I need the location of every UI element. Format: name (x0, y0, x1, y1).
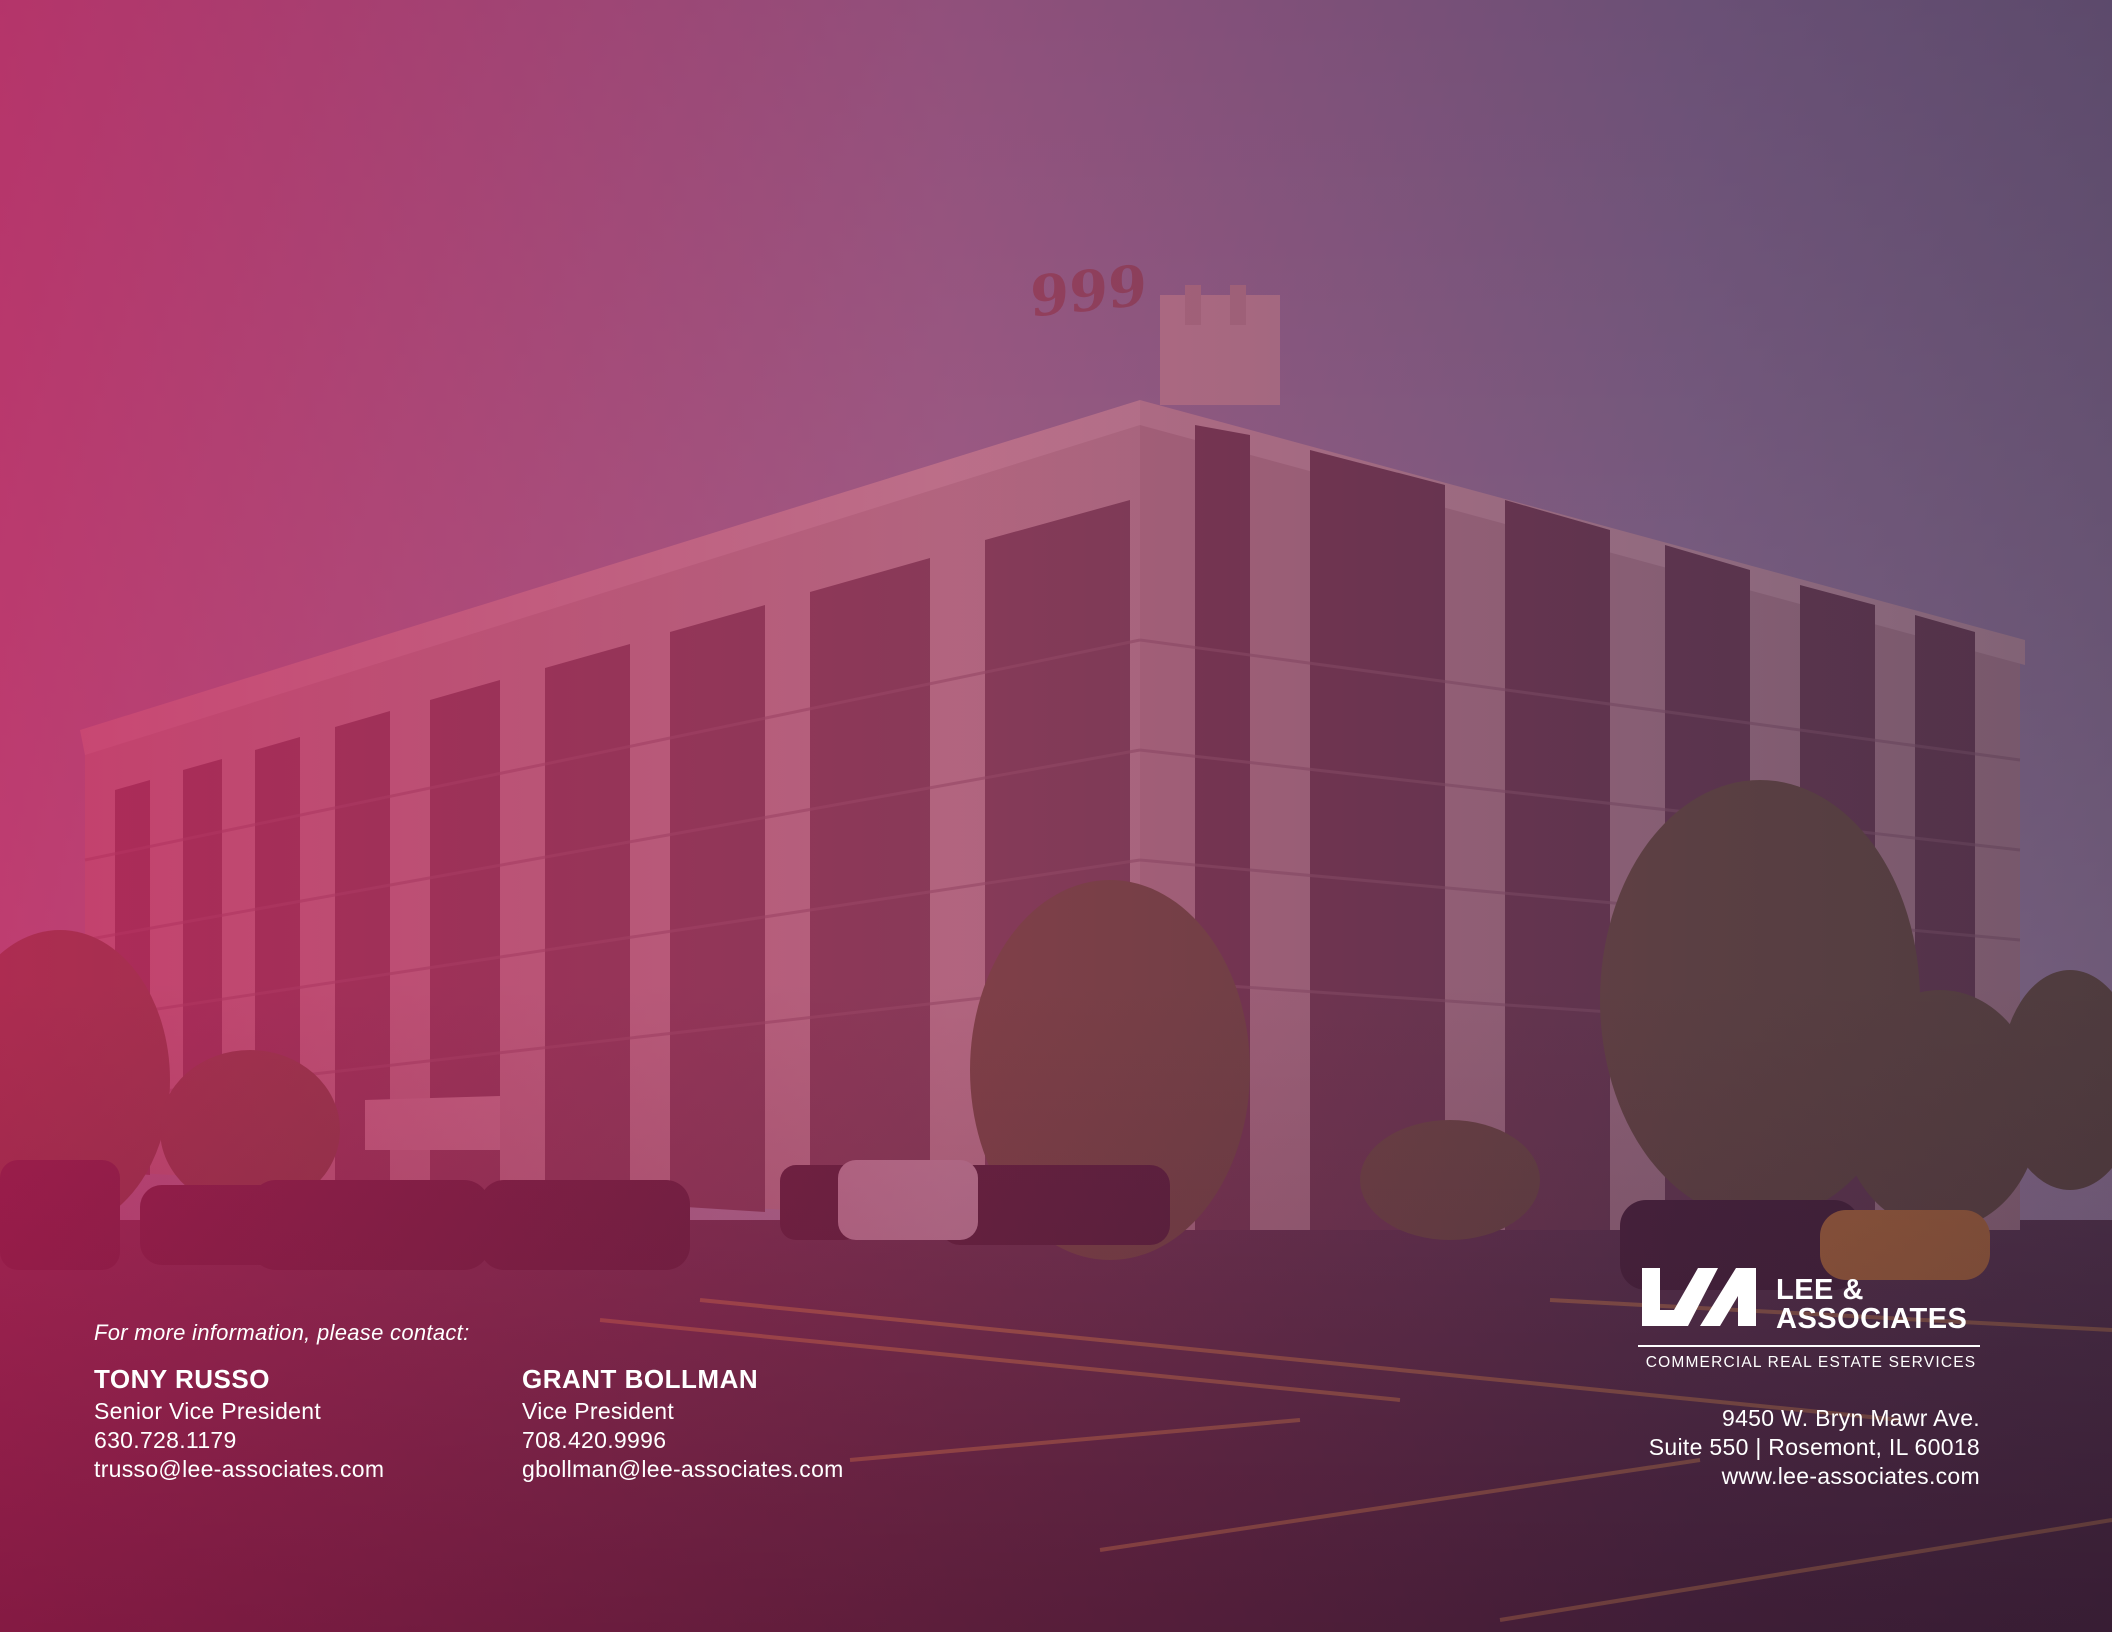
contact-name: GRANT BOLLMAN (522, 1364, 759, 1394)
address-street: 9450 W. Bryn Mawr Ave. (1721, 1405, 1980, 1431)
contact-phone[interactable]: 708.420.9996 (522, 1426, 844, 1455)
contact-title: Vice President (522, 1398, 675, 1424)
brochure-back-cover: 999 For more information, please contact… (0, 0, 2112, 1632)
logo-divider (1638, 1345, 1980, 1347)
logo-tagline: COMMERCIAL REAL ESTATE SERVICES (1645, 1354, 1977, 1371)
contact-phone[interactable]: 630.728.1179 (94, 1426, 384, 1455)
office-address: 9450 W. Bryn Mawr Ave. Suite 550 | Rosem… (1649, 1404, 1980, 1491)
contact-card-grant-bollman: GRANT BOLLMAN Vice President 708.420.999… (522, 1364, 844, 1484)
contact-name: TONY RUSSO (94, 1364, 270, 1394)
contact-email[interactable]: trusso@lee-associates.com (94, 1455, 384, 1484)
logo-wordmark: LEE & ASSOCIATES (1776, 1276, 1967, 1334)
contact-intro: For more information, please contact: (94, 1320, 470, 1345)
logo-line1: LEE & (1776, 1274, 1864, 1306)
contact-title: Senior Vice President (94, 1398, 322, 1424)
contact-email[interactable]: gbollman@lee-associates.com (522, 1455, 844, 1484)
contact-card-tony-russo: TONY RUSSO Senior Vice President 630.728… (94, 1364, 384, 1484)
logo-line2: ASSOCIATES (1776, 1303, 1968, 1335)
website-link[interactable]: www.lee-associates.com (1649, 1462, 1980, 1491)
address-suite: Suite 550 | Rosemont, IL 60018 (1648, 1434, 1980, 1460)
